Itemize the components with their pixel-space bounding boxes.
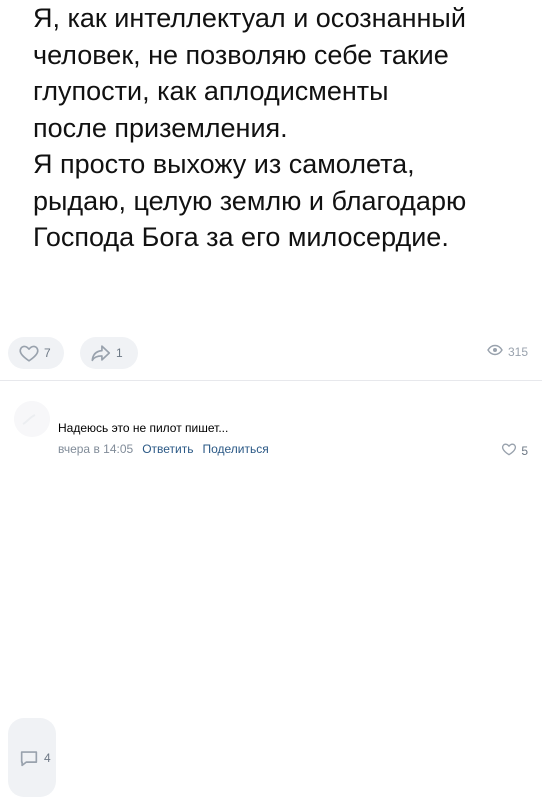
comment-like-button[interactable]: 5 <box>501 441 528 460</box>
like-button[interactable]: 7 <box>8 337 64 369</box>
like-count: 7 <box>44 346 51 360</box>
share-button[interactable]: 1 <box>80 337 138 369</box>
post-text-line: после приземления. <box>33 112 288 143</box>
post-actions: 7 4 1 <box>8 337 138 797</box>
heart-icon <box>18 342 40 364</box>
post-text-line: Господа Бога за его милосердие. <box>33 222 449 252</box>
share-link[interactable]: Поделиться <box>202 442 268 456</box>
post-text-line: человек, не позволяю себе такие <box>33 39 449 70</box>
comment: Надеюсь это не пилот пишет... вчера в 14… <box>0 381 542 460</box>
avatar[interactable] <box>14 401 50 437</box>
heart-icon <box>501 441 517 460</box>
eye-icon <box>487 344 503 359</box>
comment-meta: вчера в 14:05 Ответить Поделиться <box>58 442 269 456</box>
comment-icon <box>18 747 40 769</box>
views-count: 315 <box>507 344 528 359</box>
views-counter: 315 <box>487 344 528 359</box>
comment-like-count: 5 <box>521 443 528 458</box>
comment-time[interactable]: вчера в 14:05 <box>58 442 133 456</box>
comment-button[interactable]: 4 <box>8 718 56 797</box>
post-text-line: Я, как интеллектуал и осознанный <box>33 3 466 33</box>
post-text-line: глупости, как аплодисменты <box>33 76 389 106</box>
reply-link[interactable]: Ответить <box>142 442 193 456</box>
comment-count: 4 <box>44 750 51 765</box>
post-text: Я, как интеллектуал и осознанный человек… <box>33 0 533 256</box>
post-text-line: рыдаю, целую землю и благодарю <box>33 185 467 216</box>
comment-text: Надеюсь это не пилот пишет... <box>58 421 229 435</box>
share-icon <box>90 342 112 364</box>
share-count: 1 <box>116 346 123 360</box>
post-text-line: Я просто выхожу из самолета, <box>33 149 415 179</box>
